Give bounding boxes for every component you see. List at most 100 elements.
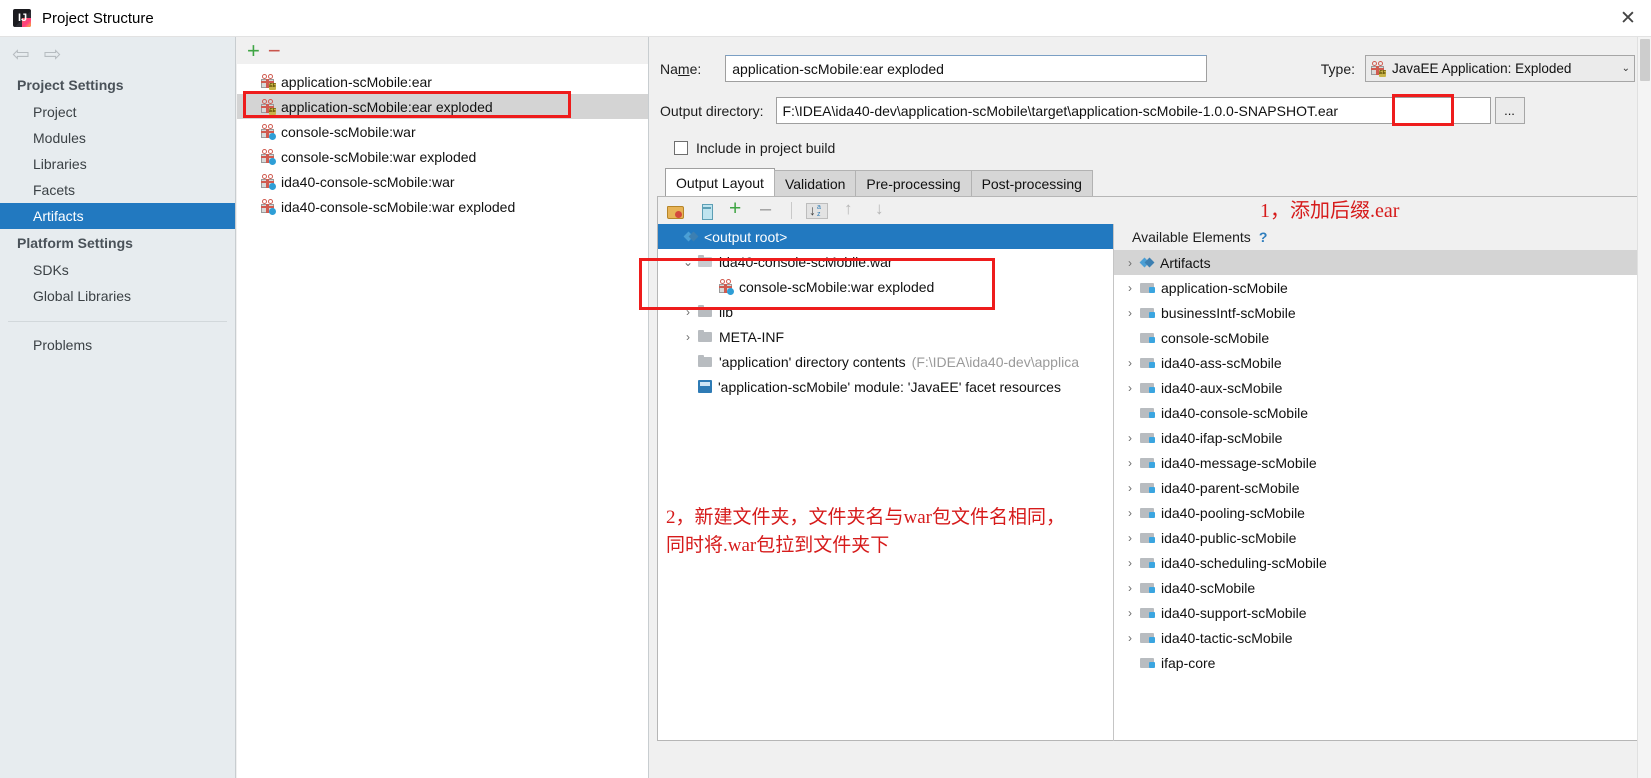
folder-icon <box>698 355 713 368</box>
back-arrow-icon[interactable]: ⇦ <box>12 44 30 65</box>
tree-twisty[interactable]: › <box>1120 356 1140 370</box>
tree-row-label: ida40-ifap-scMobile <box>1161 429 1283 446</box>
sidebar-item-global-libraries[interactable]: Global Libraries <box>0 283 235 309</box>
sidebar-item-facets[interactable]: Facets <box>0 177 235 203</box>
tab-output-layout[interactable]: Output Layout <box>665 168 775 196</box>
add-artifact-button[interactable]: + <box>247 39 260 61</box>
available-elements-title: Available Elements <box>1132 229 1251 245</box>
tree-row[interactable]: › ida40-ifap-scMobile <box>1114 425 1642 450</box>
tree-twisty[interactable]: › <box>1120 631 1140 645</box>
sort-icon[interactable] <box>806 202 828 219</box>
move-up-icon[interactable] <box>842 199 859 219</box>
tree-row-label: ida40-tactic-scMobile <box>1161 629 1293 646</box>
tree-twisty[interactable]: › <box>1120 606 1140 620</box>
tab-pre-processing[interactable]: Pre-processing <box>855 170 972 196</box>
vertical-scrollbar[interactable] <box>1637 37 1651 778</box>
tree-row[interactable]: › ida40-tactic-scMobile <box>1114 625 1642 650</box>
output-directory-label: Output directory: <box>660 102 764 119</box>
tree-row[interactable]: ida40-console-scMobile <box>1114 400 1642 425</box>
tree-row[interactable]: › ida40-support-scMobile <box>1114 600 1642 625</box>
tree-twisty[interactable]: ⌄ <box>678 255 698 269</box>
tree-row[interactable]: › lib <box>658 299 1113 324</box>
tree-row[interactable]: › ida40-scMobile <box>1114 575 1642 600</box>
close-icon[interactable]: ✕ <box>1605 0 1651 37</box>
tree-row[interactable]: 'application' directory contents (F:\IDE… <box>658 349 1113 374</box>
tree-twisty[interactable]: › <box>1120 531 1140 545</box>
tree-row-label: ida40-parent-scMobile <box>1161 479 1300 496</box>
tree-twisty[interactable]: › <box>1120 506 1140 520</box>
tree-row[interactable]: › META-INF <box>658 324 1113 349</box>
help-icon[interactable]: ? <box>1259 229 1268 245</box>
browse-button[interactable]: ... <box>1494 97 1525 124</box>
tree-twisty[interactable]: › <box>1120 431 1140 445</box>
tree-row[interactable]: › ida40-ass-scMobile <box>1114 350 1642 375</box>
move-down-icon[interactable] <box>873 199 890 219</box>
list-item[interactable]: EE application-scMobile:ear exploded <box>237 94 648 119</box>
tree-row[interactable]: › ida40-scheduling-scMobile <box>1114 550 1642 575</box>
sidebar-divider <box>8 321 227 322</box>
artifact-ear-icon: EE <box>260 74 276 90</box>
tree-twisty[interactable]: › <box>1120 556 1140 570</box>
tree-row[interactable]: ifap-core <box>1114 650 1642 675</box>
remove-artifact-button[interactable]: − <box>268 39 281 61</box>
tree-row[interactable]: console-scMobile <box>1114 325 1642 350</box>
artifacts-toolbar: + − <box>237 37 648 65</box>
tree-row[interactable]: 'application-scMobile' module: 'JavaEE' … <box>658 374 1113 399</box>
tree-twisty[interactable]: › <box>1120 381 1140 395</box>
include-in-project-build-checkbox[interactable]: Include in project build <box>666 140 835 156</box>
layout-split: <output root> ⌄ ida40-console-scMobile.w… <box>658 224 1642 741</box>
tree-row[interactable]: <output root> <box>658 224 1113 249</box>
sidebar-item-modules[interactable]: Modules <box>0 125 235 151</box>
sidebar-item-project[interactable]: Project <box>0 99 235 125</box>
list-item[interactable]: console-scMobile:war <box>237 119 648 144</box>
list-item[interactable]: EE application-scMobile:ear <box>237 69 648 94</box>
type-select[interactable]: EE JavaEE Application: Exploded ⌄ <box>1365 55 1635 82</box>
tree-row[interactable]: › application-scMobile <box>1114 275 1642 300</box>
scrollbar-thumb[interactable] <box>1640 39 1650 81</box>
name-input[interactable]: application-scMobile:ear exploded <box>725 55 1208 82</box>
tab-validation[interactable]: Validation <box>773 170 857 196</box>
tree-row[interactable]: › Artifacts <box>1114 250 1642 275</box>
add-icon[interactable] <box>729 197 746 221</box>
tree-row[interactable]: › ida40-pooling-scMobile <box>1114 500 1642 525</box>
tree-row-label: ida40-scheduling-scMobile <box>1161 554 1327 571</box>
tree-row[interactable]: › ida40-aux-scMobile <box>1114 375 1642 400</box>
tree-row[interactable]: › ida40-parent-scMobile <box>1114 475 1642 500</box>
tree-twisty[interactable]: › <box>1120 481 1140 495</box>
artifact-war-icon <box>260 124 276 140</box>
remove-icon[interactable] <box>760 198 777 221</box>
tree-row[interactable]: ⌄ ida40-console-scMobile.war <box>658 249 1113 274</box>
sidebar-item-artifacts[interactable]: Artifacts <box>0 203 235 229</box>
forward-arrow-icon[interactable]: ⇨ <box>44 44 62 65</box>
tree-twisty[interactable]: › <box>1120 581 1140 595</box>
tab-post-processing[interactable]: Post-processing <box>970 170 1093 196</box>
output-directory-input[interactable]: F:\IDEA\ida40-dev\application-scMobile\t… <box>775 97 1491 124</box>
sidebar-item-problems[interactable]: Problems <box>0 332 235 358</box>
tree-twisty[interactable]: › <box>678 305 698 319</box>
tree-twisty[interactable]: › <box>1120 456 1140 470</box>
artifact-war-icon <box>260 174 276 190</box>
tree-twisty[interactable]: › <box>1120 256 1140 270</box>
output-layout-toolbar <box>658 197 1642 224</box>
annotation-note-2-line-1: 2，新建文件夹，文件夹名与war包文件名相同， <box>666 507 1065 528</box>
list-item[interactable]: console-scMobile:war exploded <box>237 144 648 169</box>
project-structure-dialog: IJ Project Structure ✕ ⇦ ⇨ Project Setti… <box>0 0 1651 778</box>
list-item[interactable]: ida40-console-scMobile:war <box>237 169 648 194</box>
tree-twisty[interactable]: › <box>1120 281 1140 295</box>
create-archive-icon[interactable] <box>698 203 715 220</box>
tree-row-label: application-scMobile <box>1161 279 1288 296</box>
tree-row[interactable]: › ida40-public-scMobile <box>1114 525 1642 550</box>
tree-twisty[interactable]: › <box>678 330 698 344</box>
annotation-note-1: 1，添加后缀.ear <box>1260 200 1400 222</box>
tree-twisty[interactable]: › <box>1120 306 1140 320</box>
create-directory-icon[interactable] <box>667 203 684 219</box>
sidebar-item-sdks[interactable]: SDKs <box>0 257 235 283</box>
tree-row[interactable]: › ida40-message-scMobile <box>1114 450 1642 475</box>
artifact-name: ida40-console-scMobile:war <box>281 173 455 190</box>
tree-row[interactable]: › businessIntf-scMobile <box>1114 300 1642 325</box>
list-item[interactable]: ida40-console-scMobile:war exploded <box>237 194 648 219</box>
sidebar-item-libraries[interactable]: Libraries <box>0 151 235 177</box>
artifact-name: console-scMobile:war <box>281 123 416 140</box>
tree-row[interactable]: console-scMobile:war exploded <box>658 274 1113 299</box>
artifact-ear-icon: EE <box>1370 61 1386 77</box>
